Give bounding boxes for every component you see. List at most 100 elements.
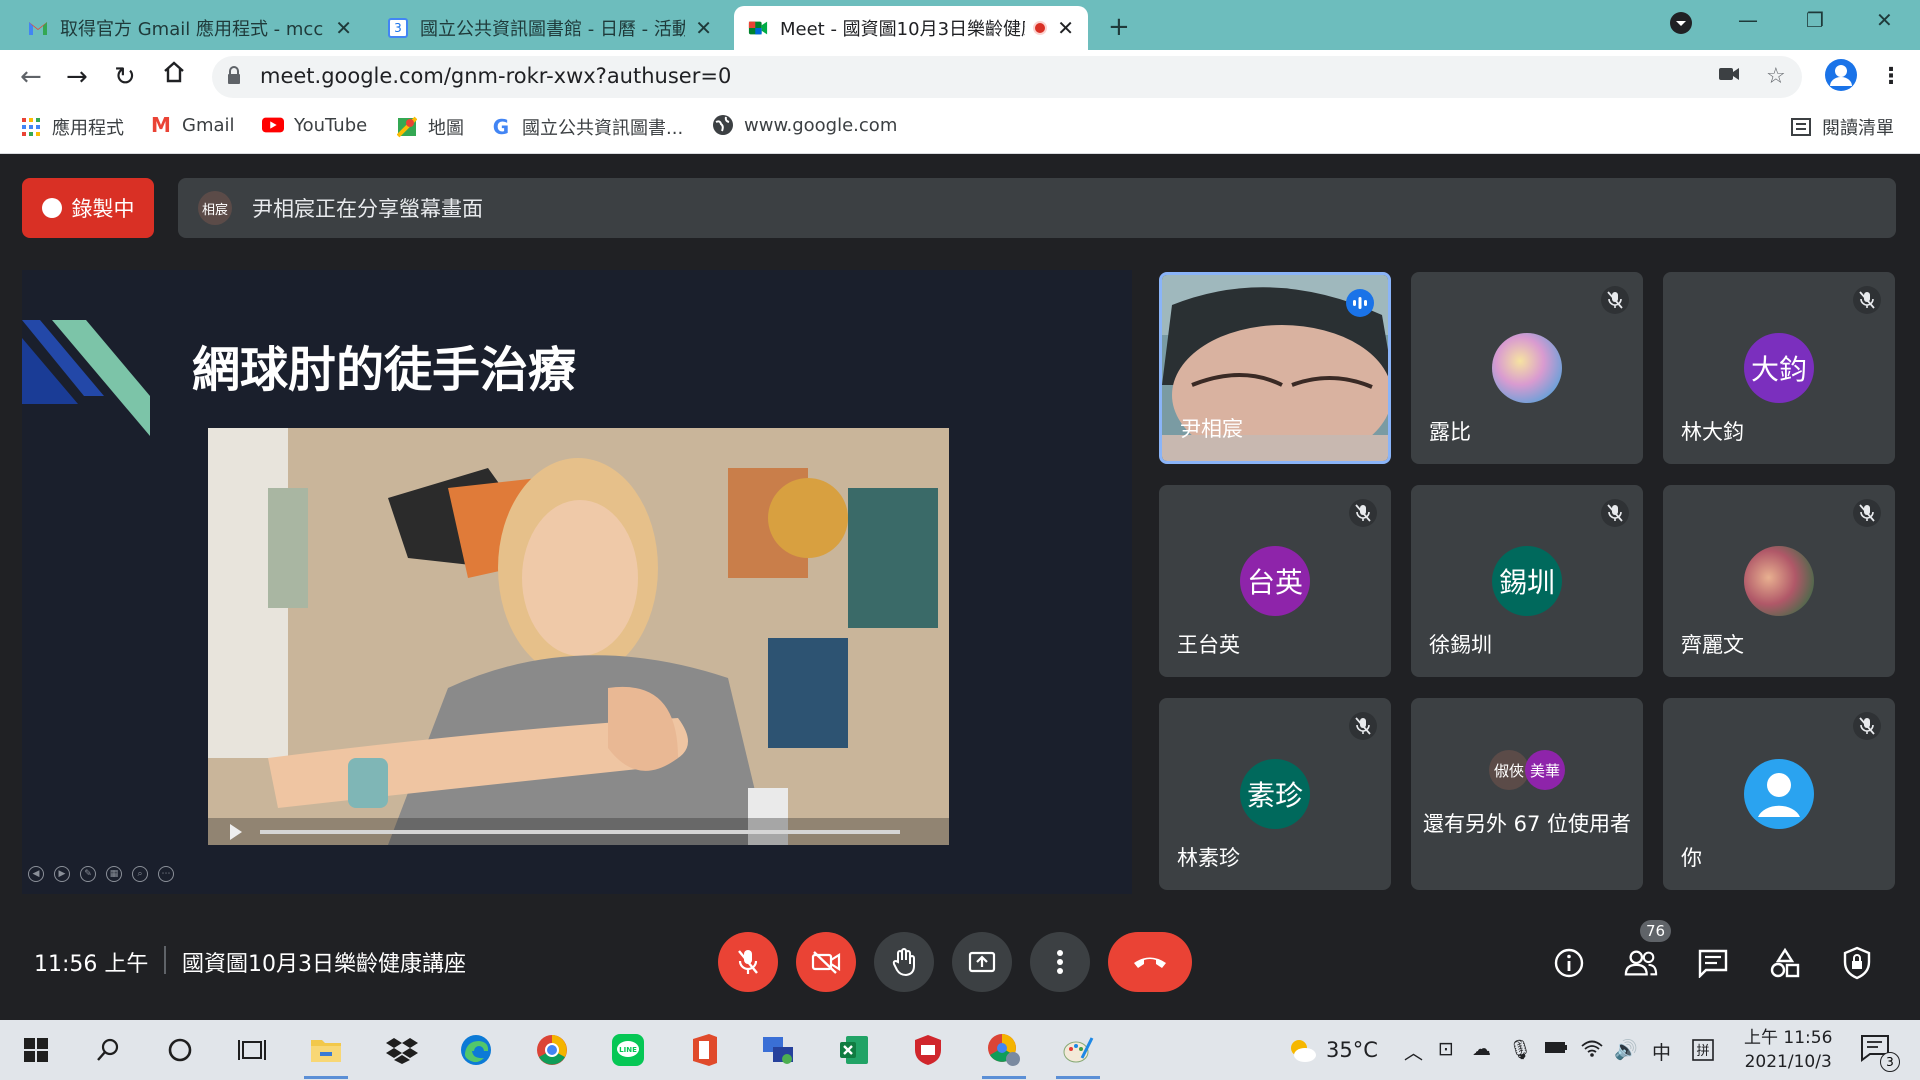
- hang-up-icon: [1134, 957, 1166, 968]
- tab-meet[interactable]: Meet - 國資圖10月3日樂齡健康講座 ✕: [734, 6, 1088, 50]
- security-app-icon[interactable]: [910, 1032, 946, 1068]
- lock-icon[interactable]: [226, 66, 242, 84]
- camera-toggle-button[interactable]: [796, 932, 856, 992]
- speaking-indicator-icon: [1346, 289, 1374, 317]
- bookmark-maps[interactable]: 地圖: [396, 114, 464, 140]
- tab-gmail[interactable]: 取得官方 Gmail 應用程式 - mcc ✕: [14, 6, 366, 50]
- bookmark-star-icon[interactable]: ☆: [1766, 64, 1786, 89]
- profile-avatar[interactable]: [1824, 58, 1858, 98]
- ime-mode-icon[interactable]: 拼: [1692, 1038, 1714, 1067]
- file-explorer-icon[interactable]: [308, 1032, 344, 1068]
- close-icon[interactable]: ✕: [1057, 16, 1074, 40]
- bookmark-google[interactable]: www.google.com: [712, 114, 897, 136]
- slide-grid-icon[interactable]: ▦: [106, 866, 122, 882]
- cortana-icon[interactable]: [162, 1032, 198, 1068]
- close-window-button[interactable]: ✕: [1876, 8, 1893, 32]
- paint-icon[interactable]: [1060, 1032, 1096, 1068]
- slide-next-icon[interactable]: ▶: [54, 866, 70, 882]
- participant-name: 你: [1681, 846, 1702, 870]
- participant-tile[interactable]: 尹相宸: [1159, 272, 1391, 464]
- slide-more-icon[interactable]: ⋯: [158, 866, 174, 882]
- participant-name: 林素珍: [1177, 846, 1240, 870]
- bookmark-library[interactable]: G 國立公共資訊圖書...: [490, 114, 683, 140]
- mic-toggle-button[interactable]: [718, 932, 778, 992]
- raise-hand-button[interactable]: [874, 932, 934, 992]
- self-tile[interactable]: 你: [1663, 698, 1895, 890]
- participant-tile[interactable]: 大鈞 林大鈞: [1663, 272, 1895, 464]
- presenting-text: 尹相宸正在分享螢幕畫面: [252, 197, 483, 221]
- presenting-bar[interactable]: 相宸 尹相宸正在分享螢幕畫面: [178, 178, 1896, 238]
- mic-off-icon: [1601, 286, 1629, 314]
- more-participants-tile[interactable]: 俶俠 美華 還有另外 67 位使用者: [1411, 698, 1643, 890]
- meeting-details-button[interactable]: [1552, 946, 1586, 980]
- host-controls-button[interactable]: [1840, 946, 1874, 980]
- chrome-menu-icon[interactable]: ⋮: [1880, 64, 1902, 89]
- apps-grid-icon: [20, 116, 42, 138]
- bookmark-apps[interactable]: 應用程式: [20, 114, 124, 140]
- microphone-icon[interactable]: 🎙: [1508, 1038, 1532, 1061]
- participant-tile[interactable]: 台英 王台英: [1159, 485, 1391, 677]
- reload-button[interactable]: ↻: [114, 62, 136, 92]
- edge-icon[interactable]: [458, 1032, 494, 1068]
- participant-avatar: 台英: [1240, 546, 1310, 616]
- notification-count-badge: 3: [1880, 1052, 1900, 1072]
- slide-prev-icon[interactable]: ◀: [28, 866, 44, 882]
- tab-search-button[interactable]: [1670, 12, 1692, 34]
- ime-indicator[interactable]: 中: [1652, 1038, 1671, 1065]
- participant-tile[interactable]: 素珍 林素珍: [1159, 698, 1391, 890]
- minimize-button[interactable]: —: [1738, 8, 1758, 32]
- participant-tile[interactable]: 齊麗文: [1663, 485, 1895, 677]
- new-tab-button[interactable]: +: [1108, 12, 1130, 42]
- participants-button[interactable]: [1624, 946, 1658, 980]
- mini-avatar: 美華: [1525, 750, 1565, 790]
- volume-icon[interactable]: 🔊: [1614, 1038, 1638, 1061]
- close-icon[interactable]: ✕: [695, 16, 712, 40]
- search-icon[interactable]: [90, 1032, 126, 1068]
- url-text[interactable]: meet.google.com/gnm-rokr-xwx?authuser=0: [260, 64, 731, 88]
- mic-off-icon: [738, 950, 758, 974]
- home-button[interactable]: [162, 60, 186, 91]
- chrome-icon[interactable]: [534, 1032, 570, 1068]
- participant-tile[interactable]: 露比: [1411, 272, 1643, 464]
- participant-tile[interactable]: 錫圳 徐錫圳: [1411, 485, 1643, 677]
- mic-off-icon: [1349, 499, 1377, 527]
- dropbox-icon[interactable]: [384, 1032, 420, 1068]
- back-button[interactable]: ←: [20, 62, 42, 92]
- bookmark-youtube[interactable]: YouTube: [262, 114, 367, 136]
- close-icon[interactable]: ✕: [335, 16, 352, 40]
- more-options-button[interactable]: [1030, 932, 1090, 992]
- onedrive-icon[interactable]: ☁: [1472, 1038, 1491, 1060]
- taskbar-clock[interactable]: 上午 11:56 2021/10/3: [1744, 1026, 1832, 1074]
- tab-calendar[interactable]: 3 國立公共資訊圖書館 - 日曆 - 活動 ✕: [374, 6, 726, 50]
- camera-in-use-icon[interactable]: [1718, 64, 1740, 89]
- present-screen-button[interactable]: [952, 932, 1012, 992]
- slide-pen-icon[interactable]: ✎: [80, 866, 96, 882]
- battery-icon[interactable]: [1544, 1038, 1568, 1060]
- windows-start-icon[interactable]: [18, 1032, 54, 1068]
- slide-zoom-icon[interactable]: ⌕: [132, 866, 148, 882]
- chat-button[interactable]: [1696, 946, 1730, 980]
- restore-button[interactable]: ❐: [1806, 8, 1824, 32]
- office-icon[interactable]: [686, 1032, 722, 1068]
- wifi-icon[interactable]: [1580, 1038, 1604, 1063]
- line-app-icon[interactable]: LINE: [610, 1032, 646, 1068]
- recording-button[interactable]: 錄製中: [22, 178, 154, 238]
- activities-button[interactable]: [1768, 946, 1802, 980]
- reading-list[interactable]: 閱讀清單: [1790, 114, 1894, 140]
- participant-photo: [1492, 333, 1562, 403]
- meeting-title[interactable]: 國資圖10月3日樂齡健康講座: [182, 946, 466, 978]
- bookmark-gmail[interactable]: M Gmail: [150, 113, 234, 137]
- chrome-profile-icon[interactable]: [986, 1032, 1022, 1068]
- end-call-button[interactable]: [1108, 932, 1192, 992]
- weather-temperature[interactable]: 35°C: [1326, 1038, 1378, 1062]
- participant-name: 王台英: [1177, 633, 1240, 657]
- task-view-icon[interactable]: [234, 1032, 270, 1068]
- network-app-icon[interactable]: [760, 1032, 796, 1068]
- excel-icon[interactable]: [836, 1032, 872, 1068]
- slide-video[interactable]: [208, 428, 949, 845]
- weather-icon[interactable]: [1284, 1032, 1320, 1068]
- tray-overflow-icon[interactable]: ︿: [1404, 1038, 1423, 1065]
- youtube-icon: [262, 114, 284, 136]
- meet-now-icon[interactable]: ⊡: [1438, 1038, 1454, 1060]
- forward-button[interactable]: →: [66, 62, 88, 92]
